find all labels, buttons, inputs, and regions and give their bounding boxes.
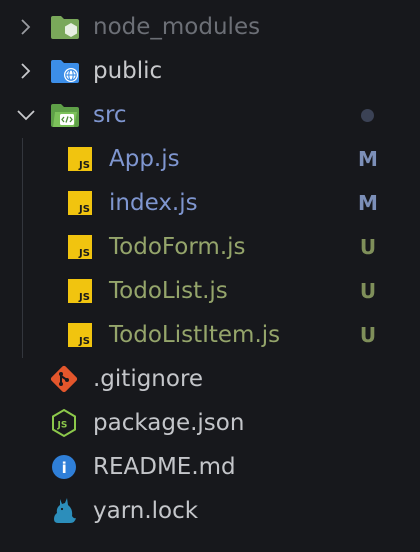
javascript-file-icon: JS — [68, 147, 92, 171]
folder-label: node_modules — [93, 14, 261, 40]
file-explorer: node_modules public src JS App.js M JS i… — [0, 0, 420, 552]
chevron-right-icon[interactable] — [16, 17, 36, 37]
javascript-file-icon: JS — [68, 191, 92, 215]
svg-text:i: i — [62, 459, 67, 477]
file-app-js[interactable]: JS App.js M — [0, 137, 420, 181]
git-status-badge: U — [359, 279, 377, 303]
file-label: TodoList.js — [109, 278, 228, 304]
javascript-file-icon: JS — [68, 323, 92, 347]
svg-text:JS: JS — [78, 248, 90, 259]
git-status-badge: U — [359, 235, 377, 259]
yarn-cat-icon — [54, 498, 76, 523]
chevron-down-icon[interactable] — [16, 105, 36, 125]
folder-node-modules[interactable]: node_modules — [0, 5, 420, 49]
code-folder-icon — [51, 104, 79, 127]
git-status-badge: M — [358, 147, 378, 171]
file-label: TodoListItem.js — [109, 322, 281, 348]
node-folder-icon — [51, 16, 79, 39]
svg-text:JS: JS — [78, 204, 90, 215]
git-status-badge: M — [358, 191, 378, 215]
file-label: index.js — [109, 190, 198, 216]
file-package-json[interactable]: JS package.json — [0, 401, 420, 445]
folder-label: public — [93, 58, 163, 84]
file-todolistitem-js[interactable]: JS TodoListItem.js U — [0, 313, 420, 357]
git-status-badge: U — [359, 323, 377, 347]
file-gitignore[interactable]: .gitignore — [0, 357, 420, 401]
file-todoform-js[interactable]: JS TodoForm.js U — [0, 225, 420, 269]
git-icon — [50, 365, 78, 393]
file-index-js[interactable]: JS index.js M — [0, 181, 420, 225]
javascript-file-icon: JS — [68, 235, 92, 259]
file-label: README.md — [93, 454, 236, 480]
svg-text:JS: JS — [57, 421, 68, 431]
file-yarn-lock[interactable]: yarn.lock — [0, 489, 420, 533]
file-todolist-js[interactable]: JS TodoList.js U — [0, 269, 420, 313]
svg-text:JS: JS — [78, 292, 90, 303]
file-label: TodoForm.js — [109, 234, 246, 260]
file-label: package.json — [93, 410, 245, 436]
globe-folder-icon — [51, 60, 79, 83]
svg-text:JS: JS — [78, 336, 90, 347]
file-label: yarn.lock — [93, 498, 199, 524]
info-icon: i — [52, 455, 76, 479]
folder-label: src — [93, 102, 127, 128]
svg-text:JS: JS — [78, 160, 90, 171]
changes-indicator-dot — [361, 109, 374, 122]
nodejs-icon: JS — [52, 408, 76, 438]
chevron-right-icon[interactable] — [16, 61, 36, 81]
folder-src[interactable]: src — [0, 93, 420, 137]
javascript-file-icon: JS — [68, 279, 92, 303]
file-label: App.js — [109, 146, 180, 172]
file-readme-md[interactable]: i README.md — [0, 445, 420, 489]
folder-public[interactable]: public — [0, 49, 420, 93]
file-label: .gitignore — [93, 366, 204, 392]
